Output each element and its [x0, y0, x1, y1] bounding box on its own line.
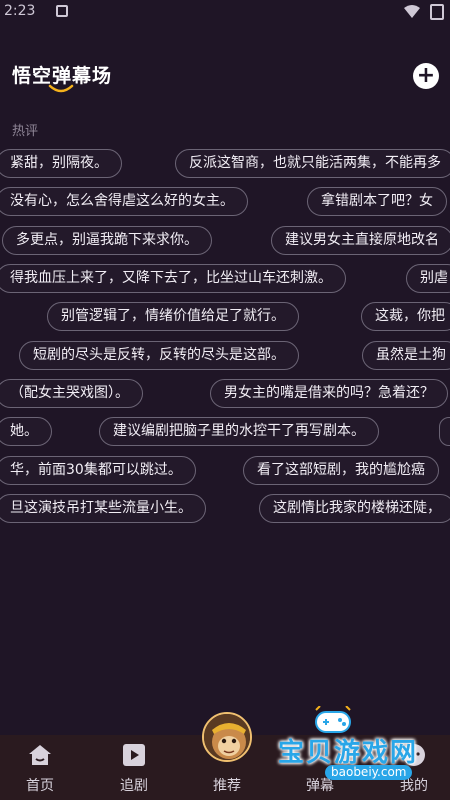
danmaku-comment[interactable]: 别管逻辑了，情绪价值给足了就行。: [47, 302, 299, 331]
danmaku-comment[interactable]: 多更点，别逼我跪下来求你。: [2, 226, 212, 255]
nav-item-home[interactable]: 首页: [0, 735, 80, 800]
play-icon: [123, 744, 145, 766]
danmaku-comment[interactable]: 短剧的尽头是反转，反转的尽头是这部。: [19, 341, 299, 370]
danmaku-comment[interactable]: 紧甜，别隔夜。: [0, 149, 122, 178]
danmaku-comment-edge[interactable]: [439, 417, 450, 446]
danmaku-comment[interactable]: 华，前面30集都可以跳过。: [0, 456, 196, 485]
status-time: 2:23: [4, 3, 36, 19]
danmaku-comment[interactable]: 没有心，怎么舍得虐这么好的女主。: [0, 187, 248, 216]
nav-label-recommend: 推荐: [213, 778, 241, 794]
watermark-text: 宝贝游戏网: [278, 738, 419, 768]
danmaku-comment[interactable]: 她。: [0, 417, 52, 446]
status-bar: 2:23: [0, 0, 450, 26]
section-label-hot: 热评: [12, 124, 39, 139]
danmaku-comment[interactable]: 建议男女主直接原地改名: [271, 226, 450, 255]
danmaku-comment[interactable]: 男女主的嘴是借来的吗？急着还？: [210, 379, 448, 408]
battery-icon: [430, 4, 444, 20]
avatar[interactable]: [202, 712, 252, 762]
wifi-icon: [404, 5, 420, 18]
danmaku-comment[interactable]: 反派这智商，也就只能活两集，不能再多: [175, 149, 450, 178]
danmaku-comment[interactable]: 得我血压上来了，又降下去了，比坐过山车还刺激。: [0, 264, 346, 293]
watermark: 宝贝游戏网 baobeiy.com: [270, 706, 450, 781]
danmaku-comment[interactable]: 这裁，你把: [361, 302, 450, 331]
watermark-url: baobeiy.com: [325, 765, 413, 780]
danmaku-comment[interactable]: 这剧情比我家的楼梯还陡，: [259, 494, 450, 523]
danmaku-area: 紧甜，别隔夜。 反派这智商，也就只能活两集，不能再多 没有心，怎么舍得虐这么好的…: [0, 145, 450, 530]
plus-circle-icon[interactable]: +: [413, 63, 439, 89]
danmaku-comment[interactable]: 建议编剧把脑子里的水控干了再写剧本。: [99, 417, 379, 446]
danmaku-comment[interactable]: 拿错剧本了吧？女: [307, 187, 447, 216]
nav-item-follow[interactable]: 追剧: [94, 735, 174, 800]
notification-icon: [56, 5, 68, 17]
danmaku-comment[interactable]: （配女主哭戏图）。: [0, 379, 143, 408]
home-icon: [29, 745, 51, 765]
danmaku-comment[interactable]: 别虐: [406, 264, 450, 293]
title-smile-icon: [48, 84, 74, 93]
nav-label-follow: 追剧: [120, 778, 148, 794]
danmaku-comment[interactable]: 旦这演技吊打某些流量小生。: [0, 494, 206, 523]
danmaku-comment[interactable]: 看了这部短剧，我的尴尬癌: [243, 456, 439, 485]
danmaku-comment[interactable]: 虽然是土狗: [362, 341, 450, 370]
nav-label-home: 首页: [26, 778, 54, 794]
